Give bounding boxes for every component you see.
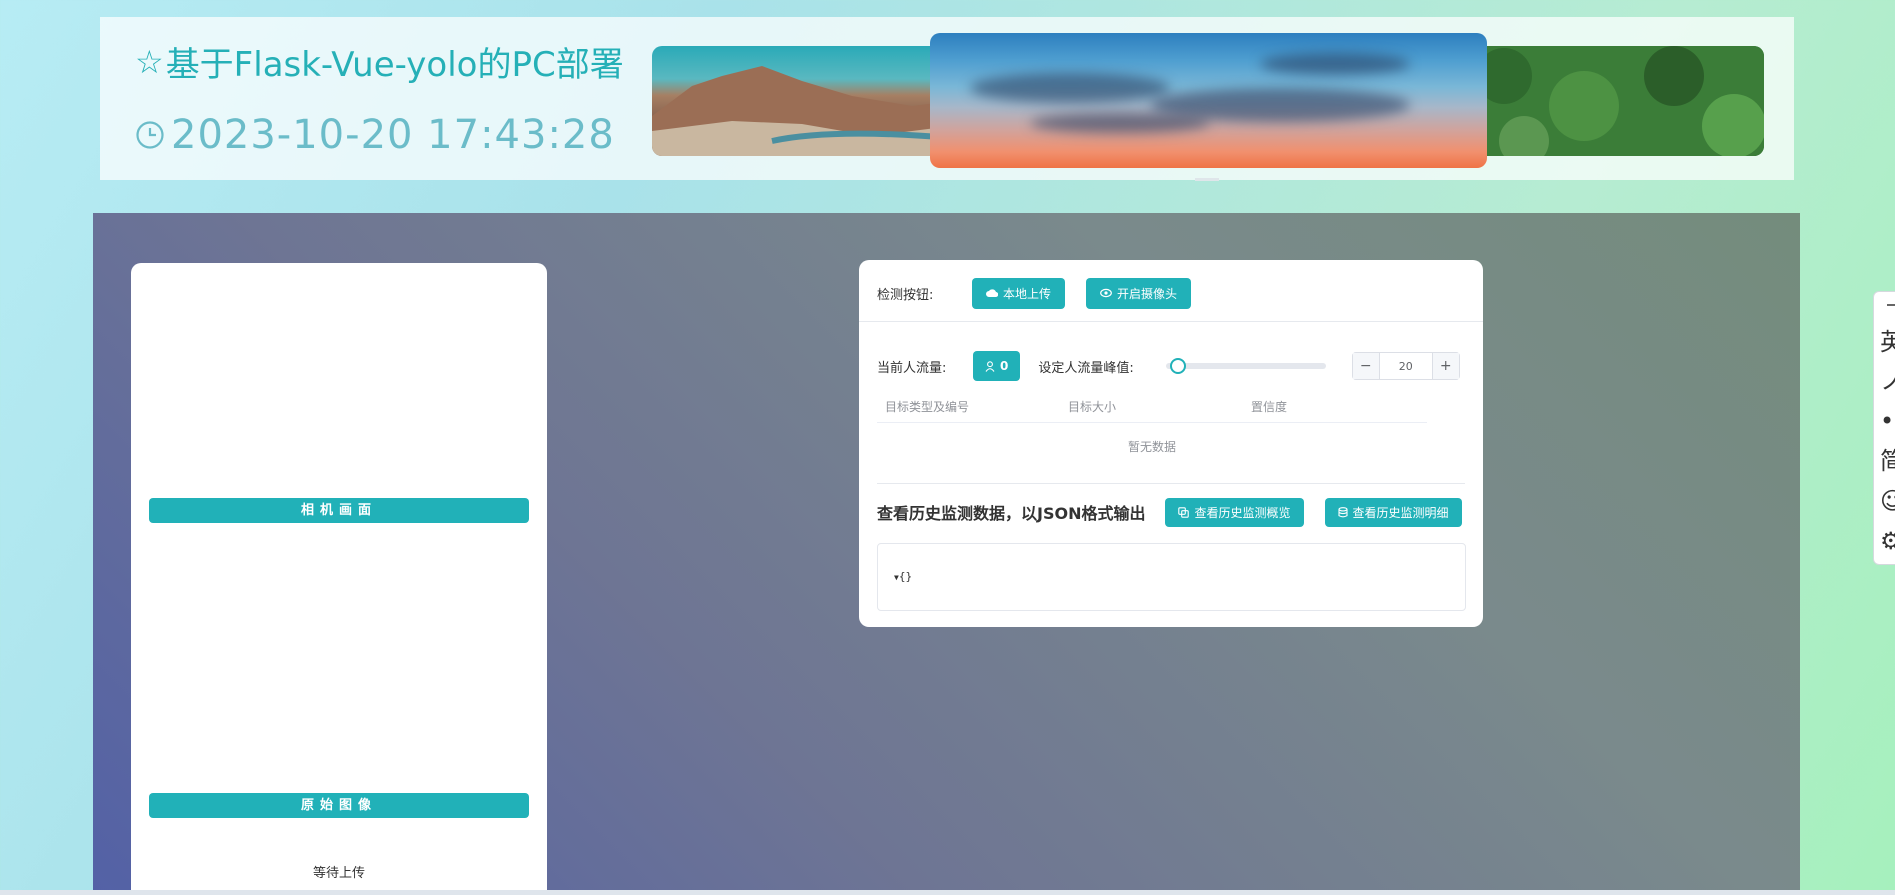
current-flow-value: 0 [1000, 359, 1009, 373]
control-panel: 检测按钮: 本地上传 开启摄像头 当前人流量: 0 设定人流量峰值: − 20 … [859, 260, 1483, 627]
json-tree[interactable]: ▼{} [894, 570, 912, 583]
ime-simplified-button[interactable]: 简 [1880, 447, 1895, 475]
ime-toolbar[interactable]: 英 ノ • 简 ☺ ⚙ [1873, 291, 1895, 565]
local-upload-button[interactable]: 本地上传 [972, 277, 1066, 309]
image-carousel[interactable] [652, 33, 1764, 168]
copy-icon [1178, 506, 1190, 518]
datetime-text: 2023-10-20 17:43:28 [171, 112, 615, 158]
table-header: 目标类型及编号 目标大小 置信度 [877, 392, 1427, 423]
eye-icon [1100, 288, 1112, 298]
star-outline-icon: ☆ [135, 42, 164, 81]
history-row: 查看历史监测数据，以JSON格式输出 查看历史监测概览 查看历史监测明细 [877, 496, 1477, 528]
slider-handle[interactable] [1169, 358, 1186, 374]
user-icon [985, 360, 995, 372]
history-detail-label: 查看历史监测明细 [1352, 505, 1449, 520]
divider [877, 483, 1465, 484]
current-flow-badge: 0 [973, 351, 1021, 381]
history-title: 查看历史监测数据，以JSON格式输出 [877, 504, 1146, 523]
datetime: 2023-10-20 17:43:28 [135, 112, 615, 158]
history-overview-button[interactable]: 查看历史监测概览 [1165, 497, 1304, 527]
ime-punct-button[interactable]: ノ [1880, 367, 1895, 395]
original-image-label: 原始图像 [149, 793, 529, 818]
open-camera-button[interactable]: 开启摄像头 [1086, 277, 1192, 309]
upload-status: 等待上传 [312, 866, 365, 881]
drag-handle[interactable] [1887, 304, 1895, 306]
history-overview-label: 查看历史监测概览 [1194, 505, 1291, 520]
image-panel: 相机画面 原始图像 等待上传 [131, 263, 547, 895]
emoji-icon[interactable]: ☺ [1880, 487, 1895, 515]
open-camera-label: 开启摄像头 [1117, 286, 1178, 301]
bottom-edge [0, 890, 1895, 895]
clock-icon [136, 121, 164, 149]
increment-button[interactable]: + [1432, 353, 1459, 379]
ime-width-button[interactable]: • [1880, 407, 1894, 435]
database-icon [1337, 506, 1348, 517]
peak-stepper[interactable]: − 20 + [1351, 352, 1460, 380]
divider [859, 321, 1483, 322]
peak-slider[interactable] [1165, 358, 1326, 374]
page-title: ☆ 基于Flask-Vue-yolo的PC部署 [135, 37, 624, 86]
title-text: 基于Flask-Vue-yolo的PC部署 [165, 45, 624, 85]
camera-view-label: 相机画面 [149, 498, 529, 523]
table-empty-text: 暂无数据 [1127, 440, 1176, 454]
json-output: {} [898, 570, 913, 583]
column-header: 置信度 [1251, 400, 1288, 414]
local-upload-label: 本地上传 [1003, 286, 1052, 301]
detect-label: 检测按钮: [877, 287, 934, 303]
carousel-indicator[interactable] [1195, 178, 1219, 181]
json-viewer: ▼{} [877, 543, 1466, 611]
main-area: 相机画面 原始图像 等待上传 检测按钮: 本地上传 开启摄像头 当前人流量: 0… [93, 213, 1800, 895]
column-header: 目标大小 [1068, 400, 1117, 414]
current-flow-label: 当前人流量: [877, 360, 947, 376]
decrement-button[interactable]: − [1352, 353, 1379, 379]
header: ☆ 基于Flask-Vue-yolo的PC部署 2023-10-20 17:43… [100, 17, 1794, 180]
carousel-slide-desert[interactable] [652, 46, 952, 156]
cloud-upload-icon [986, 289, 998, 298]
column-header: 目标类型及编号 [885, 400, 970, 414]
ime-mode-button[interactable]: 英 [1880, 328, 1895, 356]
carousel-slide-forest[interactable] [1464, 46, 1764, 156]
carousel-slide-sunset[interactable] [930, 33, 1487, 168]
detect-row: 检测按钮: 本地上传 开启摄像头 [877, 277, 1477, 309]
settings-gear-icon[interactable]: ⚙ [1880, 527, 1895, 555]
flow-row: 当前人流量: 0 设定人流量峰值: − 20 + [877, 351, 1477, 381]
stepper-value[interactable]: 20 [1378, 353, 1433, 379]
peak-label: 设定人流量峰值: [1038, 360, 1134, 376]
history-detail-button[interactable]: 查看历史监测明细 [1324, 497, 1462, 527]
